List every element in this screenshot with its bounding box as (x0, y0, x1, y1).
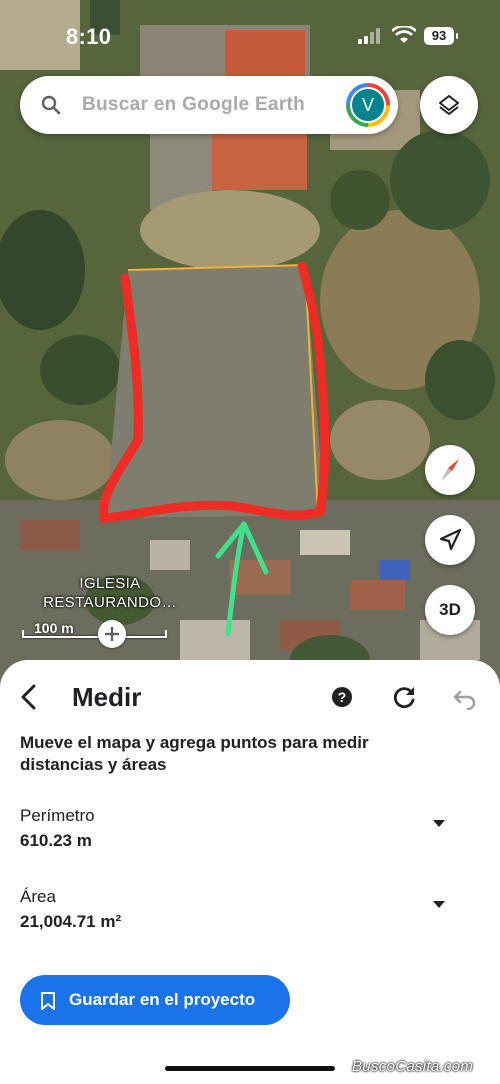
scale-bar: 100 m (22, 620, 167, 642)
area-value: 21,004.71 m² (20, 912, 122, 931)
area-row[interactable]: Área 21,004.71 m² (20, 887, 480, 932)
wifi-icon (392, 26, 416, 43)
scale-line (22, 630, 167, 638)
panel-title: Medir (72, 682, 142, 712)
perimeter-value: 610.23 m (20, 831, 92, 850)
scale-label: 100 m (34, 620, 74, 636)
battery-indicator: 93 (424, 27, 458, 45)
home-indicator[interactable] (165, 1066, 335, 1071)
measure-panel: Medir ? Mueve el mapa y agrega puntos pa… (0, 660, 500, 1084)
avatar-initial: V (350, 87, 386, 123)
perimeter-label: Perímetro (20, 806, 95, 825)
locate-icon (439, 528, 462, 551)
status-time: 8:10 (66, 24, 112, 49)
search-icon (41, 95, 61, 115)
save-to-project-button[interactable]: Guardar en el proyecto (20, 975, 290, 1025)
instruction-text: Mueve el mapa y agrega puntos para medir… (20, 733, 369, 774)
svg-text:?: ? (338, 689, 347, 705)
add-point-icon (105, 627, 119, 641)
search-input[interactable]: Buscar en Google Earth (82, 94, 305, 116)
locate-button[interactable] (425, 515, 475, 565)
save-button-label: Guardar en el proyecto (69, 990, 256, 1009)
redo-icon[interactable] (390, 683, 418, 711)
layers-button[interactable] (420, 76, 478, 134)
undo-icon[interactable] (452, 684, 478, 710)
area-label: Área (20, 887, 56, 906)
watermark: BuscoCasita.com (352, 1058, 474, 1075)
status-bar: 8:10 93 (0, 0, 500, 70)
avatar[interactable]: V (346, 83, 390, 127)
add-point-button[interactable] (98, 620, 126, 648)
compass-button[interactable] (425, 445, 475, 495)
place-label[interactable]: IGLESIA RESTAURANDO… (40, 574, 180, 612)
search-bar[interactable]: Buscar en Google Earth V (20, 76, 398, 134)
back-icon[interactable] (14, 680, 44, 714)
chevron-down-icon[interactable] (432, 899, 446, 909)
help-icon[interactable]: ? (330, 685, 354, 709)
bookmark-icon (41, 992, 55, 1010)
satellite-map[interactable]: 8:10 93 Buscar en Google Earth V 3D IGLE… (0, 0, 500, 700)
layers-icon (439, 95, 459, 115)
chevron-down-icon[interactable] (432, 818, 446, 828)
signal-icon (358, 28, 380, 44)
perimeter-row[interactable]: Perímetro 610.23 m (20, 806, 480, 851)
compass-icon (441, 459, 459, 481)
3d-toggle-button[interactable]: 3D (425, 585, 475, 635)
